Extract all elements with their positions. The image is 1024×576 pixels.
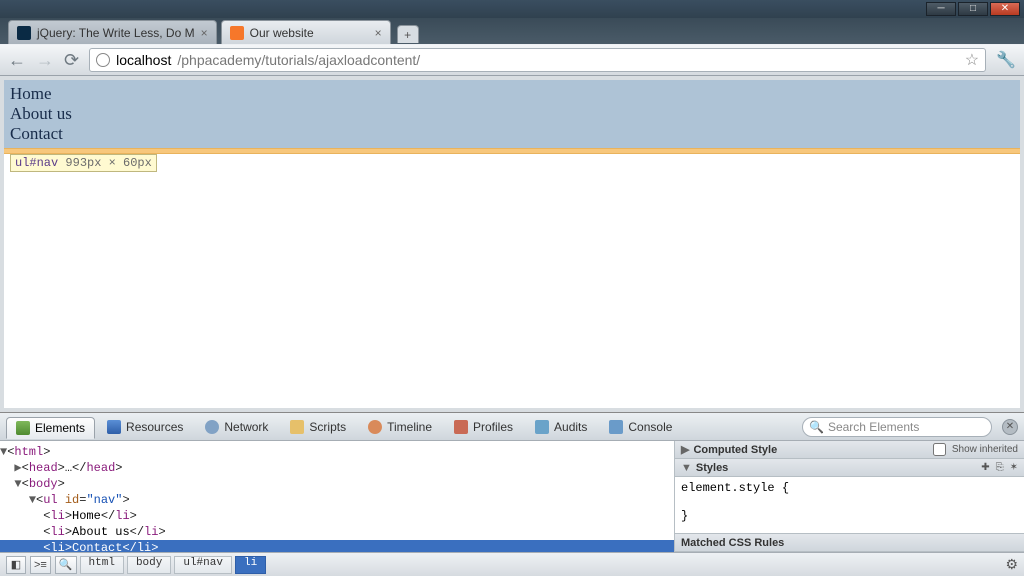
dock-button[interactable]: ◧ (6, 556, 26, 574)
tab-label: Elements (35, 421, 85, 435)
devtools-tab-timeline[interactable]: Timeline (358, 416, 442, 438)
style-close: } (681, 509, 1018, 523)
search-icon: 🔍 (809, 420, 824, 434)
window-close[interactable]: ✕ (990, 2, 1020, 16)
nav-item-about[interactable]: About us (8, 104, 1018, 124)
favicon-icon (17, 26, 31, 40)
dom-text: Contact (72, 541, 122, 552)
bookmark-icon[interactable]: ☆ (965, 50, 979, 70)
tab-close-icon[interactable]: × (201, 26, 208, 40)
section-label: Matched CSS Rules (681, 537, 784, 549)
toggle-state-icon[interactable]: ⎘ (996, 462, 1004, 473)
computed-style-header[interactable]: ▶ Computed Style Show inherited (675, 441, 1024, 459)
breadcrumb-li[interactable]: li (235, 556, 266, 574)
page-viewport: Home About us Contact ul#nav 993px × 60p… (0, 76, 1024, 412)
tooltip-dimensions: 993px × 60px (65, 156, 151, 170)
inspect-tooltip: ul#nav 993px × 60px (10, 154, 157, 172)
nav-item-home[interactable]: Home (8, 84, 1018, 104)
inspect-button[interactable]: 🔍 (55, 556, 77, 574)
breadcrumb-ulnav[interactable]: ul#nav (174, 556, 232, 574)
tab-label: Profiles (473, 420, 513, 434)
devtools-tab-scripts[interactable]: Scripts (280, 416, 356, 438)
resources-icon (107, 420, 121, 434)
network-icon (205, 420, 219, 434)
tab-label: Scripts (309, 420, 346, 434)
breadcrumb-html[interactable]: html (80, 556, 124, 574)
devtools-tab-audits[interactable]: Audits (525, 416, 597, 438)
new-tab-button[interactable]: + (397, 25, 419, 43)
tab-label: Console (628, 420, 672, 434)
devtools-tab-elements[interactable]: Elements (6, 417, 95, 439)
tab-close-icon[interactable]: × (375, 26, 382, 40)
profiles-icon (454, 420, 468, 434)
settings-icon[interactable]: 🔧 (996, 50, 1016, 70)
section-label: Computed Style (693, 444, 777, 456)
tab-label: Our website (250, 26, 314, 40)
omnibox[interactable]: localhost/phpacademy/tutorials/ajaxloadc… (89, 48, 986, 72)
window-maximize[interactable]: □ (958, 2, 988, 16)
tab-label: Resources (126, 420, 183, 434)
dom-tree[interactable]: ▼<html> ▶<head>…</head> ▼<body> ▼<ul id=… (0, 441, 675, 552)
scripts-icon (290, 420, 304, 434)
settings-gear-icon[interactable]: ⚙ (1005, 556, 1018, 573)
show-inherited-checkbox[interactable] (933, 443, 946, 456)
elements-icon (16, 421, 30, 435)
search-placeholder: Search Elements (828, 420, 919, 434)
tab-label: Timeline (387, 420, 432, 434)
chevron-right-icon: ▶ (681, 443, 689, 456)
favicon-icon (230, 26, 244, 40)
devtools-tab-console[interactable]: Console (599, 416, 682, 438)
devtools-tabbar: Elements Resources Network Scripts Timel… (0, 413, 1024, 441)
audits-icon (535, 420, 549, 434)
address-bar: ← → ⟳ localhost/phpacademy/tutorials/aja… (0, 44, 1024, 76)
devtools-search[interactable]: 🔍 Search Elements (802, 417, 992, 437)
url-host: localhost (116, 52, 171, 68)
reload-button[interactable]: ⟳ (64, 51, 79, 69)
devtools-tab-resources[interactable]: Resources (97, 416, 193, 438)
dom-text: About us (72, 525, 130, 539)
breadcrumb-body[interactable]: body (127, 556, 171, 574)
devtools-body: ▼<html> ▶<head>…</head> ▼<body> ▼<ul id=… (0, 441, 1024, 552)
matched-rules-header[interactable]: Matched CSS Rules (675, 534, 1024, 552)
devtools-tab-profiles[interactable]: Profiles (444, 416, 523, 438)
forward-button[interactable]: → (36, 51, 54, 69)
styles-panel: ▶ Computed Style Show inherited ▼ Styles… (675, 441, 1024, 552)
nav-list: Home About us Contact (4, 80, 1020, 148)
window-titlebar: ─ □ ✕ (0, 0, 1024, 18)
tab-label: Network (224, 420, 268, 434)
browser-tab[interactable]: jQuery: The Write Less, Do M × (8, 20, 217, 44)
add-style-icon[interactable]: ✚ (981, 462, 989, 473)
section-label: Styles (696, 462, 728, 474)
console-icon (609, 420, 623, 434)
page-content: Home About us Contact ul#nav 993px × 60p… (4, 80, 1020, 408)
devtools-tab-network[interactable]: Network (195, 416, 278, 438)
devtools-statusbar: ◧ >≡ 🔍 html body ul#nav li ⚙ (0, 552, 1024, 576)
browser-tab[interactable]: Our website × (221, 20, 391, 44)
globe-icon (96, 53, 110, 67)
devtools-close-icon[interactable]: ✕ (1002, 419, 1018, 435)
element-style-block[interactable]: element.style { } (675, 477, 1024, 534)
timeline-icon (368, 420, 382, 434)
console-toggle-button[interactable]: >≡ (30, 556, 51, 574)
style-open: element.style { (681, 481, 1018, 495)
chevron-down-icon: ▼ (681, 462, 692, 474)
dom-node-selected[interactable]: <li>Contact</li> (0, 540, 674, 552)
tab-label: Audits (554, 420, 587, 434)
back-button[interactable]: ← (8, 51, 26, 69)
checkbox-label: Show inherited (952, 444, 1018, 455)
dom-text: Home (72, 509, 101, 523)
devtools: Elements Resources Network Scripts Timel… (0, 412, 1024, 576)
nav-item-contact[interactable]: Contact (8, 124, 1018, 144)
tooltip-selector: ul#nav (15, 156, 58, 170)
browser-tabstrip: jQuery: The Write Less, Do M × Our websi… (0, 18, 1024, 44)
url-path: /phpacademy/tutorials/ajaxloadcontent/ (177, 52, 420, 68)
styles-header[interactable]: ▼ Styles ✚ ⎘ ✶ (675, 459, 1024, 477)
tab-label: jQuery: The Write Less, Do M (37, 26, 195, 40)
window-minimize[interactable]: ─ (926, 2, 956, 16)
gear-icon[interactable]: ✶ (1010, 462, 1018, 473)
